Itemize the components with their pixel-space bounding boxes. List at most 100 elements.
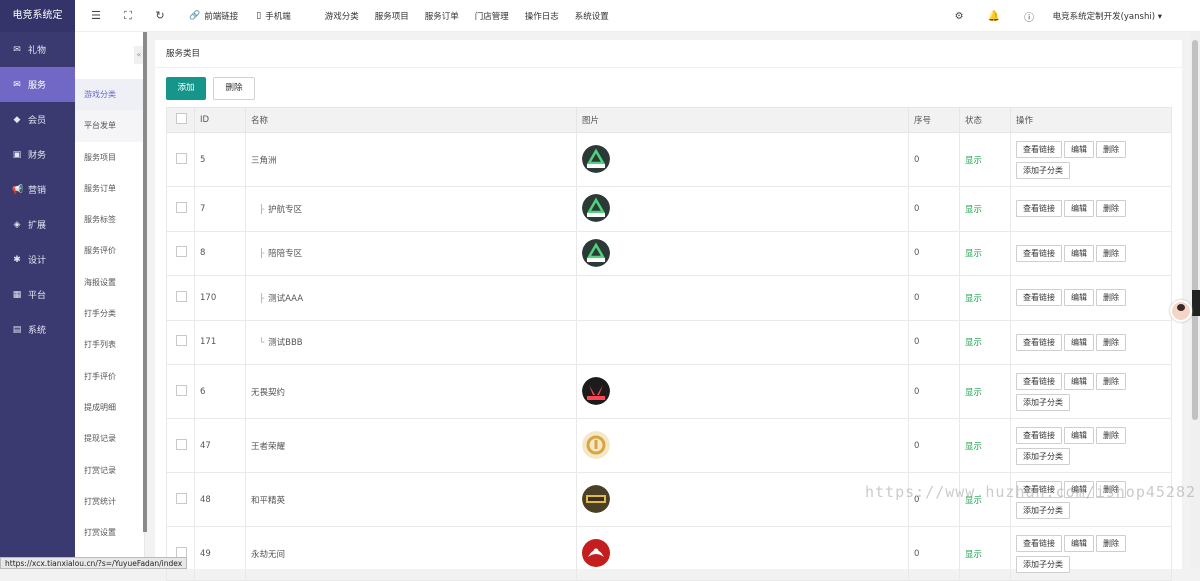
top-menu-item-0[interactable]: 游戏分类 [317,10,367,22]
menu-toggle-icon[interactable]: ☰ [85,9,107,22]
game-logo-pubg [582,485,610,513]
subnav-item-3[interactable]: 服务订单 [75,173,144,204]
subnav-scrollbar[interactable] [143,32,147,532]
view-link-button[interactable]: 查看链接 [1016,373,1062,390]
top-menu-item-5[interactable]: 系统设置 [567,10,617,22]
edit-button[interactable]: 编辑 [1064,289,1094,306]
sidebar-item-3[interactable]: ▣财务 [0,137,75,172]
row-name: 陪陪专区 [268,249,302,259]
delete-button[interactable]: 删除 [213,77,255,100]
front-link[interactable]: 🔗前端链接 [189,10,238,22]
support-avatar[interactable] [1170,300,1192,322]
top-bar: ☰ ⛶ ↻ 🔗前端链接 ▯手机端 游戏分类服务项目服务订单门店管理操作日志系统设… [75,0,1200,32]
add-child-button[interactable]: 添加子分类 [1016,394,1070,411]
row-status[interactable]: 显示 [960,527,1011,581]
bell-icon[interactable]: 🔔 [977,11,1012,22]
table-row: 170├测试AAA0显示查看链接编辑删除 [167,276,1172,321]
top-menu-item-4[interactable]: 操作日志 [517,10,567,22]
view-link-button[interactable]: 查看链接 [1016,535,1062,552]
add-child-button[interactable]: 添加子分类 [1016,502,1070,519]
edit-button[interactable]: 编辑 [1064,200,1094,217]
delete-row-button[interactable]: 删除 [1096,141,1126,158]
subnav-item-7[interactable]: 打手分类 [75,298,144,329]
mobile-link[interactable]: ▯手机端 [256,10,290,22]
row-checkbox[interactable] [176,385,187,396]
row-checkbox[interactable] [176,493,187,504]
row-checkbox[interactable] [176,335,187,346]
row-checkbox[interactable] [176,153,187,164]
view-link-button[interactable]: 查看链接 [1016,334,1062,351]
add-button[interactable]: 添加 [166,77,206,100]
subnav-item-8[interactable]: 打手列表 [75,329,144,360]
edit-button[interactable]: 编辑 [1064,245,1094,262]
row-checkbox[interactable] [176,202,187,213]
sidebar-item-6[interactable]: ✱设计 [0,242,75,277]
sidebar-item-7[interactable]: ▦平台 [0,277,75,312]
subnav-item-1[interactable]: 平台发单 [75,110,144,141]
top-menu-item-3[interactable]: 门店管理 [467,10,517,22]
delete-row-button[interactable]: 删除 [1096,200,1126,217]
top-menu-item-1[interactable]: 服务项目 [367,10,417,22]
delete-row-button[interactable]: 删除 [1096,373,1126,390]
row-checkbox[interactable] [176,547,187,558]
edit-button[interactable]: 编辑 [1064,141,1094,158]
row-status[interactable]: 显示 [960,419,1011,473]
side-widget[interactable] [1192,290,1200,316]
delete-row-button[interactable]: 删除 [1096,535,1126,552]
edit-button[interactable]: 编辑 [1064,427,1094,444]
add-child-button[interactable]: 添加子分类 [1016,162,1070,179]
sidebar-item-5[interactable]: ◈扩展 [0,207,75,242]
select-all-checkbox[interactable] [176,113,187,124]
refresh-icon[interactable]: ↻ [149,9,171,22]
row-status[interactable]: 显示 [960,276,1011,321]
delete-row-button[interactable]: 删除 [1096,427,1126,444]
edit-button[interactable]: 编辑 [1064,535,1094,552]
row-checkbox[interactable] [176,291,187,302]
top-menu-item-2[interactable]: 服务订单 [417,10,467,22]
sidebar-item-4[interactable]: 📢营销 [0,172,75,207]
help-icon[interactable]: ⓘ [1012,9,1047,24]
subnav-item-9[interactable]: 打手评价 [75,361,144,392]
subnav-item-5[interactable]: 服务评价 [75,235,144,266]
view-link-button[interactable]: 查看链接 [1016,200,1062,217]
row-status[interactable]: 显示 [960,365,1011,419]
add-child-button[interactable]: 添加子分类 [1016,556,1070,573]
view-link-button[interactable]: 查看链接 [1016,141,1062,158]
sidebar-item-1[interactable]: ✉服务 [0,67,75,102]
subnav-item-0[interactable]: 游戏分类 [75,79,144,110]
subnav-item-2[interactable]: 服务项目 [75,142,144,173]
sidebar-item-8[interactable]: ▤系统 [0,312,75,347]
row-status[interactable]: 显示 [960,231,1011,276]
subnav-item-13[interactable]: 打赏统计 [75,486,144,517]
delete-row-button[interactable]: 删除 [1096,289,1126,306]
sidebar-item-2[interactable]: ◆会员 [0,102,75,137]
subnav-item-6[interactable]: 海报设置 [75,267,144,298]
view-link-button[interactable]: 查看链接 [1016,289,1062,306]
user-menu[interactable]: 电竞系统定制开发(yanshi) ▾ [1053,10,1162,22]
row-status[interactable]: 显示 [960,187,1011,232]
col-status: 状态 [960,108,1011,133]
row-status[interactable]: 显示 [960,133,1011,187]
row-status[interactable]: 显示 [960,320,1011,365]
table-row: 47王者荣耀0显示查看链接编辑删除添加子分类 [167,419,1172,473]
add-child-button[interactable]: 添加子分类 [1016,448,1070,465]
subnav-item-10[interactable]: 提成明细 [75,392,144,423]
settings-icon[interactable]: ⚙ [942,11,977,22]
edit-button[interactable]: 编辑 [1064,334,1094,351]
view-link-button[interactable]: 查看链接 [1016,245,1062,262]
row-checkbox[interactable] [176,439,187,450]
edit-button[interactable]: 编辑 [1064,373,1094,390]
gift-icon: ✉ [12,45,22,55]
sidebar-item-0[interactable]: ✉礼物 [0,32,75,67]
subnav-item-14[interactable]: 打赏设置 [75,517,144,548]
subnav-item-4[interactable]: 服务标签 [75,204,144,235]
delete-row-button[interactable]: 删除 [1096,245,1126,262]
subnav-item-11[interactable]: 提现记录 [75,423,144,454]
row-order: 0 [909,133,960,187]
delete-row-button[interactable]: 删除 [1096,334,1126,351]
view-link-button[interactable]: 查看链接 [1016,427,1062,444]
scrollbar-thumb[interactable] [1192,40,1198,420]
row-checkbox[interactable] [176,246,187,257]
subnav-item-12[interactable]: 打赏记录 [75,455,144,486]
fullscreen-icon[interactable]: ⛶ [117,9,139,23]
